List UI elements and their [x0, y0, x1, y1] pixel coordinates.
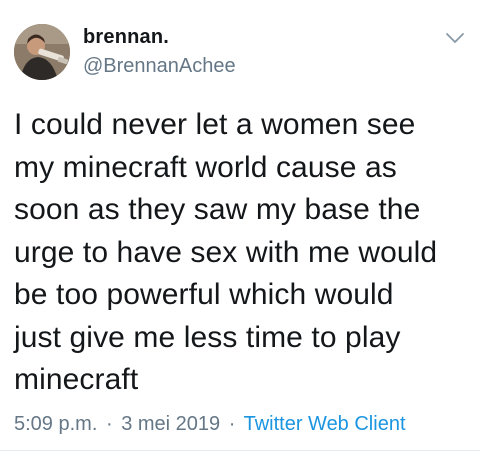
tweet-meta: 5:09 p.m. · 3 mei 2019 · Twitter Web Cli… [14, 413, 406, 436]
tweet-text-line: urge to have sex with me would [14, 235, 438, 269]
avatar-photo [14, 24, 70, 80]
tweet-text-line: just give me less time to play [14, 320, 401, 354]
divider [0, 450, 480, 451]
tweet-card: brennan. @BrennanAchee I could never let… [0, 0, 480, 457]
meta-separator: · [105, 413, 113, 435]
tweet-text-line: my minecraft world cause as [14, 150, 397, 184]
meta-separator: · [228, 413, 236, 435]
tweet-text-line: be too powerful which would [14, 278, 394, 311]
tweet-text-line: minecraft [14, 363, 139, 396]
chevron-down-icon[interactable] [444, 30, 466, 46]
tweet-date[interactable]: 3 mei 2019 [121, 413, 220, 435]
tweet-text: I could never let a women see my minecra… [14, 104, 470, 402]
tweet-client-link[interactable]: Twitter Web Client [244, 413, 406, 435]
tweet-text-line: soon as they saw my base the [14, 193, 421, 226]
author-handle[interactable]: @BrennanAchee [83, 55, 236, 78]
avatar[interactable] [14, 24, 70, 80]
author-display-name[interactable]: brennan. [83, 26, 169, 49]
tweet-time[interactable]: 5:09 p.m. [14, 413, 97, 435]
tweet-text-line: I could never let a women see [14, 108, 416, 141]
